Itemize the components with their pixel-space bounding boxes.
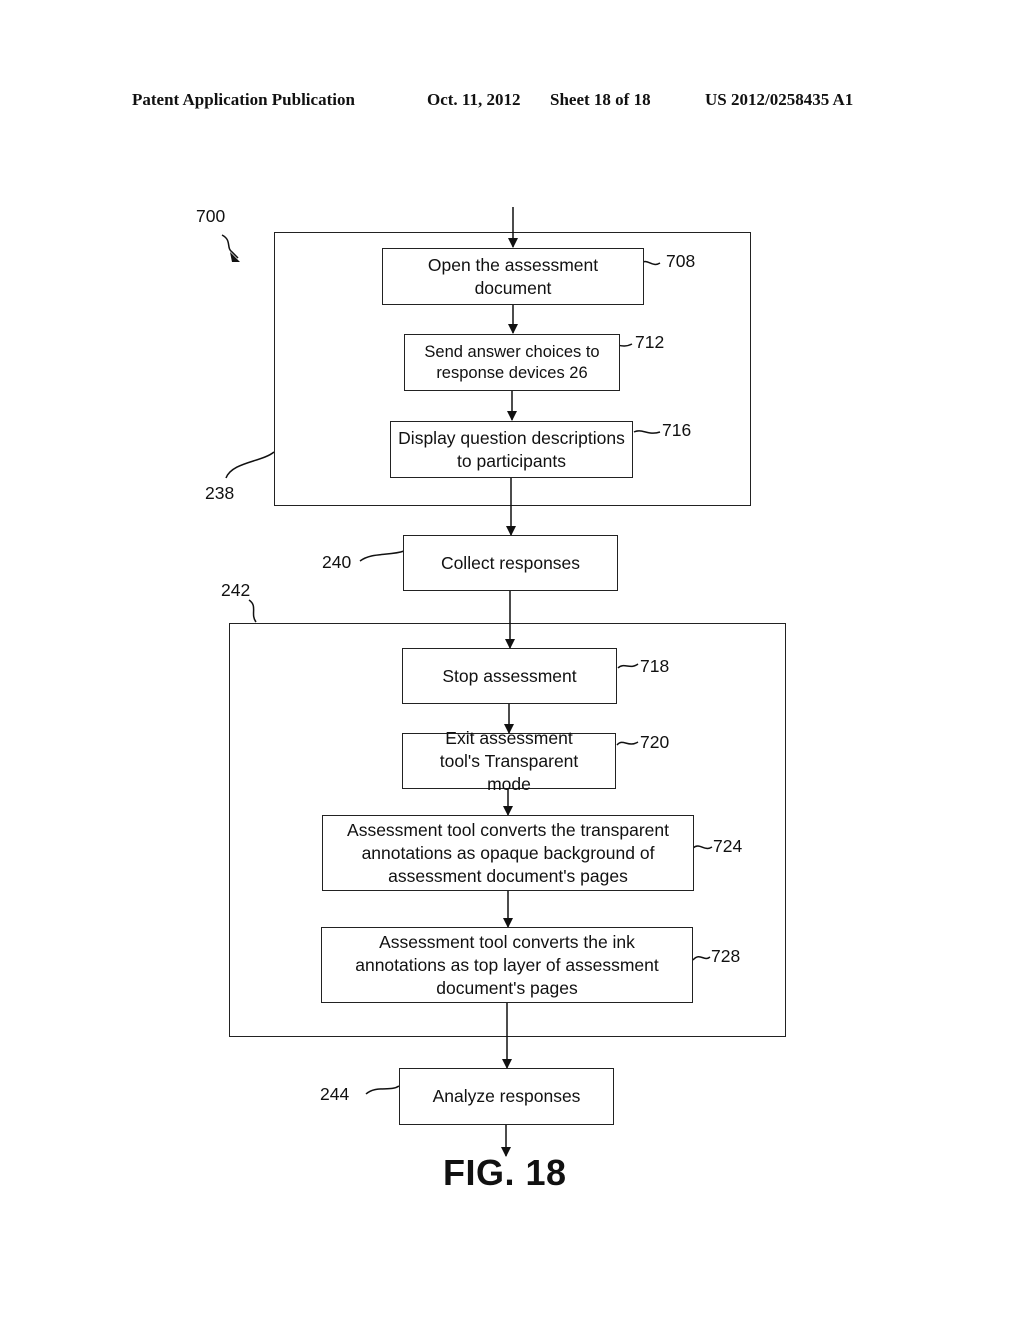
step-open-assessment-document: Open the assessment document [382,248,644,305]
ref-718: 718 [640,656,670,676]
step-convert-transparent-annotations: Assessment tool converts the transparent… [322,815,694,891]
ref-720: 720 [640,732,670,752]
leader-244 [365,1085,400,1095]
leader-720 [616,741,639,746]
ref-240: 240 [322,552,352,572]
step-stop-assessment: Stop assessment [402,648,617,704]
leader-728 [692,956,711,961]
ref-700: 700 [196,206,226,226]
step-send-answer-choices: Send answer choices to response devices … [404,334,620,391]
leader-724 [692,845,713,850]
leader-700 [221,234,239,259]
ref-238: 238 [205,483,235,503]
step-analyze-responses: Analyze responses [399,1068,614,1125]
figure-caption: FIG. 18 [443,1152,567,1193]
step-convert-ink-annotations: Assessment tool converts the ink annotat… [321,927,693,1003]
ref-724: 724 [713,836,743,856]
leader-238 [225,451,275,479]
ref-708: 708 [666,251,696,271]
ref-712: 712 [635,332,665,352]
ref-716: 716 [662,420,692,440]
leader-716 [633,430,661,434]
ref-242: 242 [221,580,251,600]
leader-242 [248,599,257,623]
step-exit-transparent-mode: Exit assessment tool's Transparent mode [402,728,616,794]
leader-240 [359,550,405,562]
leader-718 [617,663,639,669]
ref-728: 728 [711,946,741,966]
ref-244: 244 [320,1084,350,1104]
step-collect-responses: Collect responses [403,535,618,591]
step-display-question-descriptions: Display question descriptions to partici… [390,421,633,478]
figure-pointer-arrowhead [230,252,240,262]
